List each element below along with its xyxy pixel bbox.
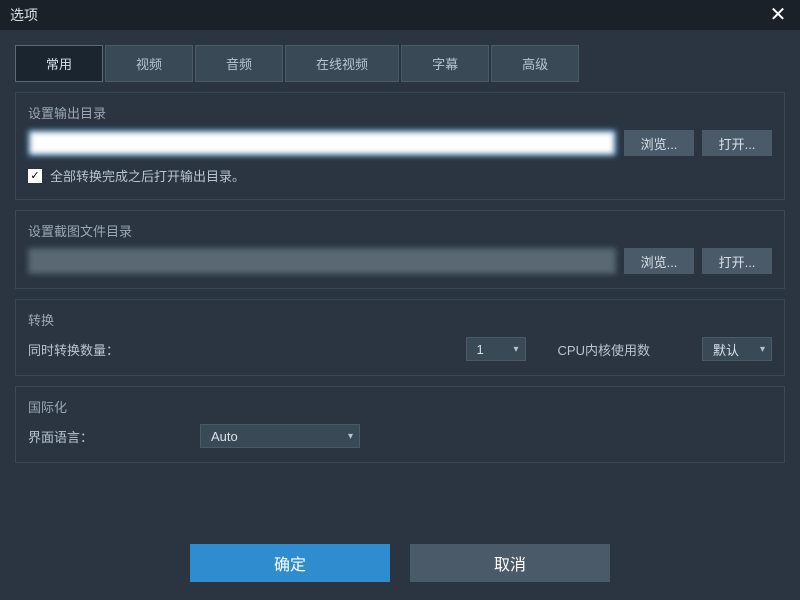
titlebar: 选项 ✕: [0, 0, 800, 30]
concurrent-count-label: 同时转换数量：: [28, 340, 128, 359]
convert-section: 转换 同时转换数量： 1 CPU内核使用数 默认: [15, 299, 785, 376]
output-open-button[interactable]: 打开...: [702, 130, 772, 156]
ui-language-select[interactable]: Auto: [200, 424, 360, 448]
snapshot-dir-input[interactable]: [28, 248, 616, 274]
open-after-convert-label: 全部转换完成之后打开输出目录。: [50, 166, 245, 185]
ui-language-label: 界面语言：: [28, 427, 128, 446]
cpu-cores-label: CPU内核使用数: [558, 340, 650, 359]
concurrent-count-select[interactable]: 1: [466, 337, 526, 361]
output-dir-label: 设置输出目录: [28, 103, 772, 122]
close-icon[interactable]: ✕: [766, 3, 790, 27]
output-dir-input[interactable]: [28, 130, 616, 156]
i18n-section: 国际化 界面语言： Auto: [15, 386, 785, 463]
tabs: 常用 视频 音频 在线视频 字幕 高级: [0, 30, 800, 82]
footer: 确定 取消: [0, 544, 800, 582]
tab-general[interactable]: 常用: [15, 45, 103, 82]
ok-button[interactable]: 确定: [190, 544, 390, 582]
i18n-section-label: 国际化: [28, 397, 772, 416]
tab-subtitle[interactable]: 字幕: [401, 45, 489, 82]
snapshot-open-button[interactable]: 打开...: [702, 248, 772, 274]
output-dir-section: 设置输出目录 浏览... 打开... ✓ 全部转换完成之后打开输出目录。: [15, 92, 785, 200]
snapshot-dir-label: 设置截图文件目录: [28, 221, 772, 240]
tab-audio[interactable]: 音频: [195, 45, 283, 82]
convert-section-label: 转换: [28, 310, 772, 329]
cancel-button[interactable]: 取消: [410, 544, 610, 582]
snapshot-browse-button[interactable]: 浏览...: [624, 248, 694, 274]
concurrent-count-value: 1: [477, 342, 484, 357]
tab-online-video[interactable]: 在线视频: [285, 45, 399, 82]
content: 设置输出目录 浏览... 打开... ✓ 全部转换完成之后打开输出目录。 设置截…: [0, 82, 800, 483]
ui-language-value: Auto: [211, 429, 238, 444]
snapshot-dir-section: 设置截图文件目录 浏览... 打开...: [15, 210, 785, 289]
window-title: 选项: [10, 5, 38, 25]
cpu-cores-select[interactable]: 默认: [702, 337, 772, 361]
cpu-cores-value: 默认: [713, 340, 739, 359]
tab-advanced[interactable]: 高级: [491, 45, 579, 82]
open-after-convert-checkbox[interactable]: ✓: [28, 169, 42, 183]
tab-video[interactable]: 视频: [105, 45, 193, 82]
output-browse-button[interactable]: 浏览...: [624, 130, 694, 156]
